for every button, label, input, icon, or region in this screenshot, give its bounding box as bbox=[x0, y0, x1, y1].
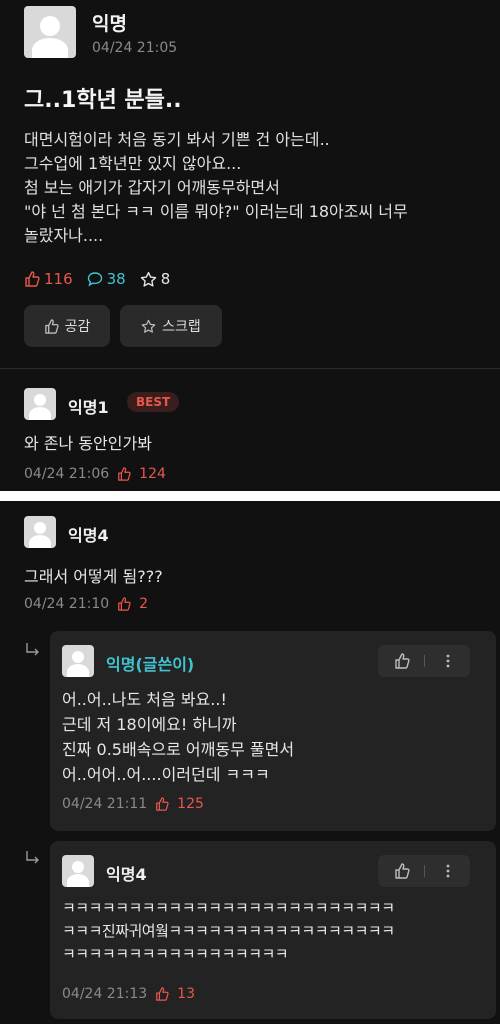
comment-avatar bbox=[24, 516, 56, 548]
comment-meta: 04/24 21:10 2 bbox=[24, 596, 148, 612]
reply-line: ㅋㅋㅋㅋㅋㅋㅋㅋㅋㅋㅋㅋㅋㅋㅋㅋㅋ bbox=[62, 945, 289, 963]
reply-avatar bbox=[62, 855, 94, 887]
reply-likes: 125 bbox=[177, 796, 204, 812]
thumbs-up-icon bbox=[118, 467, 131, 481]
best-comment-author: 익명1 bbox=[68, 398, 109, 417]
comment-time: 04/24 21:10 bbox=[24, 596, 110, 612]
post-body-line: 대면시험이라 처음 동기 봐서 기쁜 건 아는데.. bbox=[24, 130, 330, 149]
post-scrap-count: 8 bbox=[160, 270, 171, 288]
post-body-line: "야 넌 첨 본다 ㅋㅋ 이름 뭐야?" 이러는데 18아조씨 너무 bbox=[24, 202, 408, 221]
comment-text: 그래서 어떻게 됨??? bbox=[24, 567, 163, 586]
star-icon bbox=[140, 271, 156, 287]
post-stats: 116 38 8 bbox=[24, 270, 170, 288]
reply-line: 진짜 0.5배속으로 어깨동무 풀면서 bbox=[62, 740, 295, 759]
reply-line: ㅋㅋㅋ진짜귀여웤ㅋㅋㅋㅋㅋㅋㅋㅋㅋㅋㅋㅋㅋㅋㅋㅋㅋ bbox=[62, 922, 395, 940]
thumbs-up-icon bbox=[25, 271, 40, 287]
reply-time: 04/24 21:13 bbox=[62, 986, 148, 1002]
reply-arrow-icon bbox=[26, 643, 39, 656]
comment-avatar bbox=[24, 388, 56, 420]
comment-likes: 2 bbox=[139, 596, 149, 612]
reply-meta: 04/24 21:11 125 bbox=[62, 796, 204, 812]
post-like-count: 116 bbox=[44, 270, 73, 288]
like-button[interactable]: 공감 bbox=[24, 305, 110, 347]
post-body-line: 그수업에 1학년만 있지 않아요... bbox=[24, 154, 242, 173]
reply-card: 익명4 ㅋㅋㅋㅋㅋㅋㅋㅋㅋㅋㅋㅋㅋㅋㅋㅋㅋㅋㅋㅋㅋㅋㅋㅋㅋ ㅋㅋㅋ진짜귀여웤ㅋㅋ… bbox=[50, 841, 496, 1019]
more-icon[interactable] bbox=[440, 653, 456, 669]
post-comment-count: 38 bbox=[106, 270, 126, 288]
best-badge: BEST bbox=[127, 392, 180, 412]
best-comment-text: 와 존나 동안인가봐 bbox=[24, 434, 152, 453]
thumbs-up-icon[interactable] bbox=[394, 653, 410, 669]
reply-card: 익명(글쓴이) 어..어..나도 처음 봐요..! 근데 저 18이에요! 하니… bbox=[50, 631, 496, 831]
best-comment-time: 04/24 21:06 bbox=[24, 466, 110, 482]
comments-panel: 익명4 그래서 어떻게 됨??? 04/24 21:10 2 익명(글쓴이) 어… bbox=[0, 501, 500, 1024]
reply-avatar bbox=[62, 645, 94, 677]
scrap-button-label: 스크랩 bbox=[162, 319, 201, 335]
reply-meta: 04/24 21:13 13 bbox=[62, 986, 195, 1002]
reply-likes: 13 bbox=[177, 986, 195, 1002]
image-separator bbox=[0, 491, 500, 501]
reply-time: 04/24 21:11 bbox=[62, 796, 148, 812]
post-panel: 익명 04/24 21:05 그..1학년 분들.. 대면시험이라 처음 동기 … bbox=[0, 0, 500, 491]
thumbs-up-icon bbox=[156, 987, 169, 1001]
scrap-button[interactable]: 스크랩 bbox=[120, 305, 222, 347]
author-avatar bbox=[24, 6, 76, 58]
like-button-label: 공감 bbox=[64, 319, 91, 335]
post-body-line: 첨 보는 애기가 갑자기 어깨동무하면서 bbox=[24, 178, 280, 197]
post-author: 익명 bbox=[92, 13, 127, 35]
more-icon[interactable] bbox=[440, 863, 456, 879]
reply-line: ㅋㅋㅋㅋㅋㅋㅋㅋㅋㅋㅋㅋㅋㅋㅋㅋㅋㅋㅋㅋㅋㅋㅋㅋㅋ bbox=[62, 899, 395, 917]
reply-actions bbox=[378, 855, 470, 887]
post-time: 04/24 21:05 bbox=[92, 40, 178, 56]
divider bbox=[0, 368, 500, 369]
star-icon bbox=[141, 319, 156, 333]
comment-icon bbox=[87, 272, 102, 287]
best-comment-likes: 124 bbox=[139, 466, 166, 482]
reply-text: ㅋㅋㅋㅋㅋㅋㅋㅋㅋㅋㅋㅋㅋㅋㅋㅋㅋㅋㅋㅋㅋㅋㅋㅋㅋ ㅋㅋㅋ진짜귀여웤ㅋㅋㅋㅋㅋㅋ… bbox=[62, 897, 395, 966]
thumbs-up-icon[interactable] bbox=[394, 863, 410, 879]
reply-text: 어..어..나도 처음 봐요..! 근데 저 18이에요! 하니까 진짜 0.5… bbox=[62, 687, 294, 787]
post-body-line: 놀랐자나.... bbox=[24, 226, 104, 245]
post-body: 대면시험이라 처음 동기 봐서 기쁜 건 아는데.. 그수업에 1학년만 있지 … bbox=[24, 128, 408, 248]
comment-author: 익명4 bbox=[68, 526, 109, 545]
reply-author: 익명4 bbox=[106, 865, 147, 884]
reply-line: 어..어..나도 처음 봐요..! bbox=[62, 690, 227, 709]
best-comment-meta: 04/24 21:06 124 bbox=[24, 466, 166, 482]
reply-line: 어..어어..어....이러던데 ㅋㅋㅋ bbox=[62, 765, 270, 784]
reply-actions bbox=[378, 645, 470, 677]
reply-author: 익명(글쓴이) bbox=[106, 655, 195, 674]
thumbs-up-icon bbox=[156, 797, 169, 811]
reply-line: 근데 저 18이에요! 하니까 bbox=[62, 715, 237, 734]
post-title: 그..1학년 분들.. bbox=[24, 88, 182, 113]
thumbs-up-icon bbox=[118, 597, 131, 611]
reply-arrow-icon bbox=[26, 851, 39, 864]
thumbs-up-icon bbox=[44, 318, 59, 334]
